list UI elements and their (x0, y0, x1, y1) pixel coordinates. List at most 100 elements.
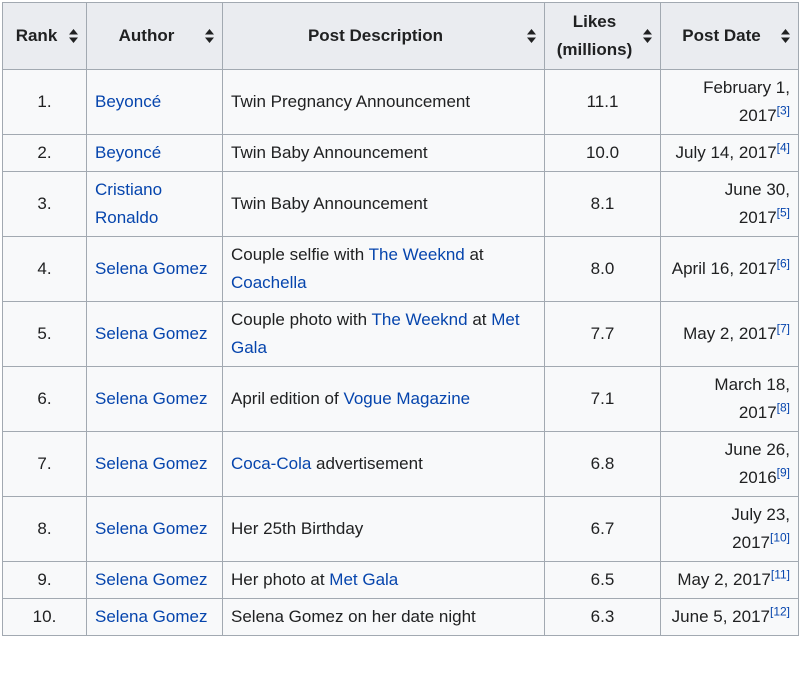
author-link[interactable]: Selena Gomez (95, 607, 207, 626)
post-description-cell: Her 25th Birthday (222, 496, 545, 562)
likes-cell: 7.1 (544, 366, 661, 432)
author-cell: Selena Gomez (86, 561, 223, 599)
table-row: 4. Selena Gomez Couple selfie with The Wee… (2, 236, 799, 302)
post-date-text: April 16, 2017 (671, 259, 777, 278)
likes-cell: 6.7 (544, 496, 661, 562)
rank-cell: 6. (2, 366, 87, 432)
rank-cell: 4. (2, 236, 87, 302)
rank-cell: 1. (2, 69, 87, 135)
reference-link[interactable]: [3] (777, 103, 790, 117)
sort-icon[interactable] (527, 29, 536, 43)
post-date-cell: March 18, 2017[8] (660, 366, 799, 432)
description-text: Selena Gomez on her date night (231, 607, 476, 626)
column-header-label: Likes (millions) (556, 12, 633, 59)
author-cell: Selena Gomez (86, 431, 223, 497)
reference-link[interactable]: [11] (771, 567, 790, 581)
description-text: Twin Pregnancy Announcement (231, 92, 471, 111)
reference-link[interactable]: [5] (777, 205, 790, 219)
table-body: 1. Beyoncé Twin Pregnancy Announcement 11.1… (2, 69, 799, 636)
table-row: 2. Beyoncé Twin Baby Announcement 10.0 July … (2, 134, 799, 172)
author-cell: Beyoncé (86, 69, 223, 135)
reference-link[interactable]: [8] (777, 400, 790, 414)
author-link[interactable]: Cristiano Ronaldo (95, 180, 162, 227)
description-text: Couple selfie with (231, 245, 369, 264)
author-cell: Cristiano Ronaldo (86, 171, 223, 237)
post-description-cell: Twin Baby Announcement (222, 171, 545, 237)
column-header-label: Rank (15, 26, 58, 45)
rank-cell: 5. (2, 301, 87, 367)
sort-icon[interactable] (69, 29, 78, 43)
author-link[interactable]: Selena Gomez (95, 259, 207, 278)
post-date-cell: May 2, 2017[7] (660, 301, 799, 367)
post-date-text: May 2, 2017 (677, 570, 771, 589)
rank-cell: 3. (2, 171, 87, 237)
reference-link[interactable]: [12] (770, 604, 790, 618)
post-description-cell: Twin Pregnancy Announcement (222, 69, 545, 135)
post-date-text: February 1, 2017 (703, 78, 790, 125)
column-header-post-description[interactable]: Post Description (222, 2, 545, 70)
column-header-post-date[interactable]: Post Date (660, 2, 799, 70)
sort-icon[interactable] (643, 29, 652, 43)
author-cell: Selena Gomez (86, 496, 223, 562)
likes-cell: 11.1 (544, 69, 661, 135)
author-cell: Selena Gomez (86, 236, 223, 302)
sort-icon[interactable] (205, 29, 214, 43)
description-text: Couple photo with (231, 310, 372, 329)
author-link[interactable]: Beyoncé (95, 143, 161, 162)
post-description-cell: April edition of Vogue Magazine (222, 366, 545, 432)
author-link[interactable]: Beyoncé (95, 92, 161, 111)
post-description-cell: Couple photo with The Weeknd at Met Gala (222, 301, 545, 367)
reference-link[interactable]: [4] (777, 140, 790, 154)
author-link[interactable]: Selena Gomez (95, 570, 207, 589)
author-link[interactable]: Selena Gomez (95, 454, 207, 473)
rank-cell: 9. (2, 561, 87, 599)
reference-link[interactable]: [9] (777, 465, 790, 479)
column-header-rank[interactable]: Rank (2, 2, 87, 70)
column-header-label: Author (118, 26, 175, 45)
description-link[interactable]: Vogue Magazine (343, 389, 470, 408)
post-date-cell: June 26, 2016[9] (660, 431, 799, 497)
author-cell: Beyoncé (86, 134, 223, 172)
reference-link[interactable]: [10] (770, 530, 790, 544)
description-text: Twin Baby Announcement (231, 143, 428, 162)
post-description-cell: Selena Gomez on her date night (222, 598, 545, 636)
likes-cell: 10.0 (544, 134, 661, 172)
post-date-cell: July 23, 2017[10] (660, 496, 799, 562)
description-link[interactable]: Coachella (231, 273, 307, 292)
author-link[interactable]: Selena Gomez (95, 519, 207, 538)
description-link[interactable]: Met Gala (329, 570, 398, 589)
table-row: 7. Selena Gomez Coca-Cola advertisement 6.8… (2, 431, 799, 497)
description-link[interactable]: Coca-Cola (231, 454, 311, 473)
description-text: April edition of (231, 389, 344, 408)
post-date-text: June 26, 2016 (724, 440, 790, 487)
rank-cell: 10. (2, 598, 87, 636)
likes-cell: 8.1 (544, 171, 661, 237)
post-date-cell: February 1, 2017[3] (660, 69, 799, 135)
table-row: 8. Selena Gomez Her 25th Birthday 6.7 July 2… (2, 496, 799, 562)
description-link[interactable]: The Weeknd (372, 310, 468, 329)
description-link[interactable]: The Weeknd (369, 245, 465, 264)
column-header-likes[interactable]: Likes (millions) (544, 2, 661, 70)
author-cell: Selena Gomez (86, 301, 223, 367)
description-text: Her photo at (231, 570, 330, 589)
column-header-label: Post Date (682, 26, 761, 45)
post-description-cell: Couple selfie with The Weeknd at Coachel… (222, 236, 545, 302)
column-header-author[interactable]: Author (86, 2, 223, 70)
post-date-cell: June 5, 2017[12] (660, 598, 799, 636)
post-date-cell: May 2, 2017[11] (660, 561, 799, 599)
post-date-text: June 5, 2017 (671, 607, 770, 626)
post-description-cell: Twin Baby Announcement (222, 134, 545, 172)
author-link[interactable]: Selena Gomez (95, 389, 207, 408)
description-text: advertisement (311, 454, 423, 473)
description-text: Twin Baby Announcement (231, 194, 428, 213)
description-text: at (464, 245, 484, 264)
sort-icon[interactable] (781, 29, 790, 43)
reference-link[interactable]: [6] (777, 256, 790, 270)
table-header-row: Rank Author Post Description Likes (mill… (2, 2, 799, 70)
table-row: 1. Beyoncé Twin Pregnancy Announcement 11.1… (2, 69, 799, 135)
column-header-label: Post Description (307, 26, 444, 45)
author-cell: Selena Gomez (86, 366, 223, 432)
reference-link[interactable]: [7] (777, 321, 790, 335)
post-date-text: July 14, 2017 (675, 143, 777, 162)
author-link[interactable]: Selena Gomez (95, 324, 207, 343)
